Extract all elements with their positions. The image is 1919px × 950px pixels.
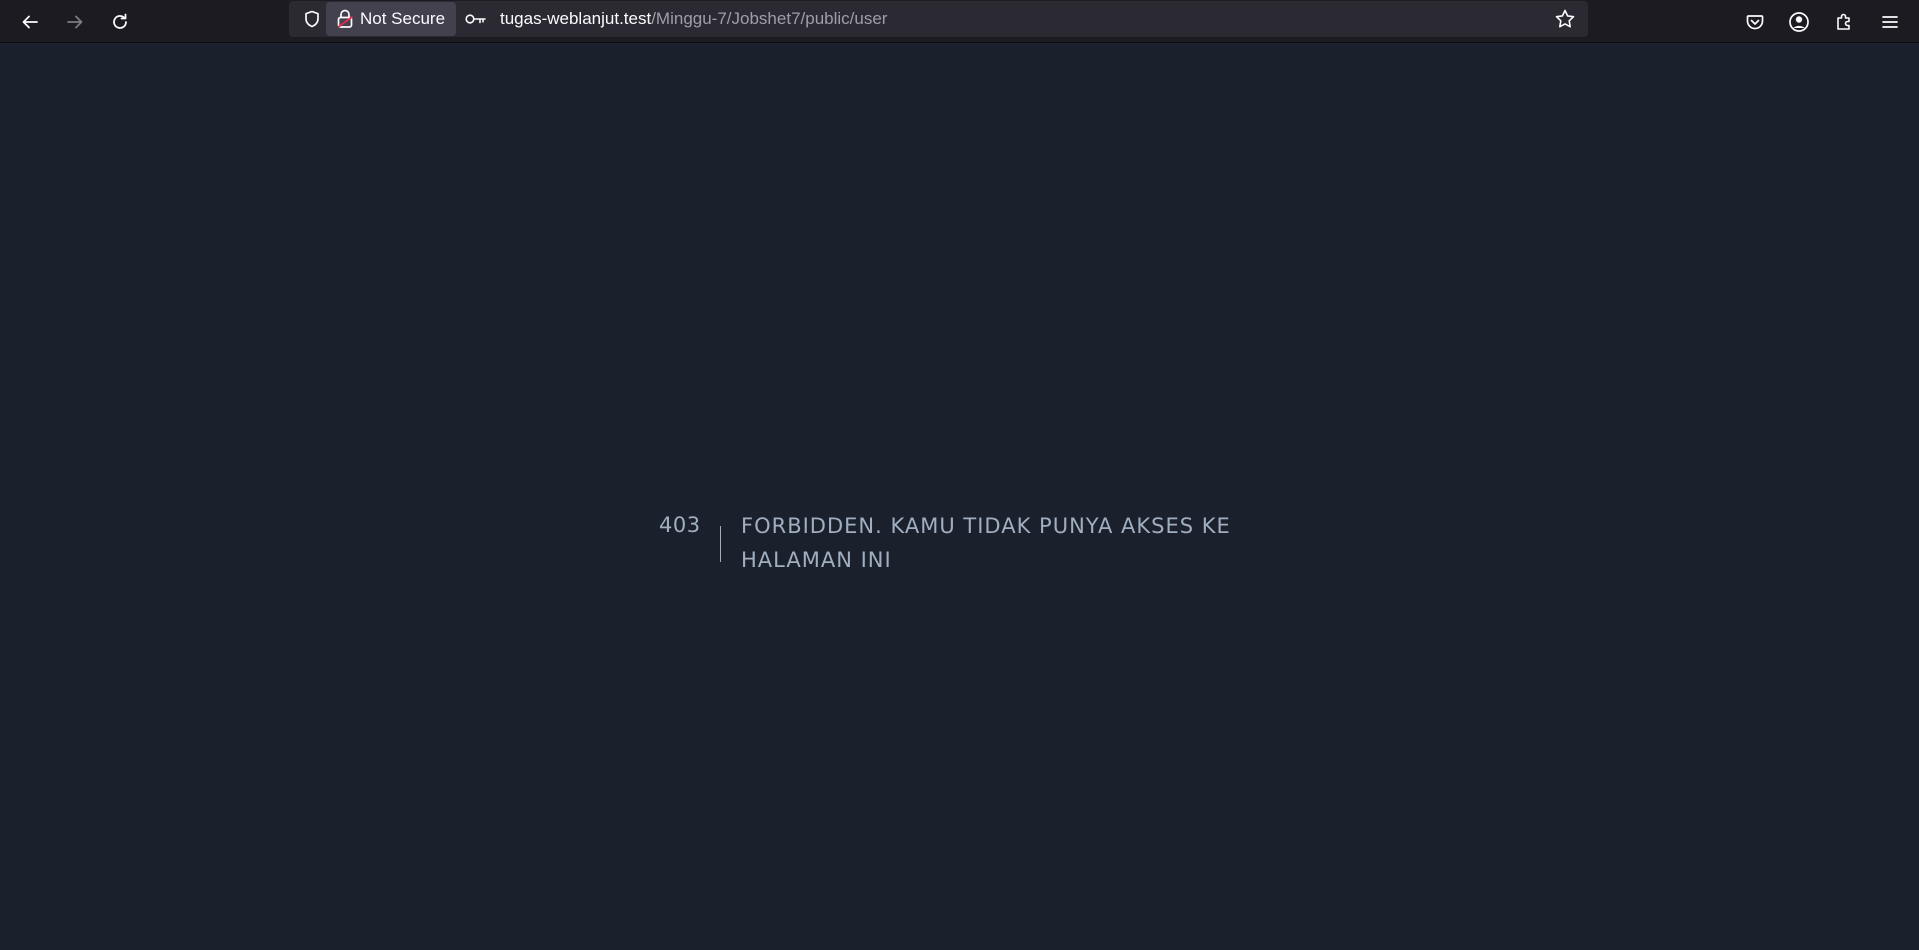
back-button[interactable] — [12, 4, 48, 40]
url-text[interactable]: tugas-weblanjut.test/Minggu-7/Jobshet7/p… — [500, 1, 887, 37]
reload-icon — [113, 13, 127, 29]
reload-button[interactable] — [102, 4, 138, 40]
account-icon — [1789, 12, 1809, 32]
password-manager-button[interactable] — [461, 1, 491, 37]
error-code: 403 — [659, 513, 701, 537]
broken-lock-icon — [337, 9, 353, 28]
url-path: /Minggu-7/Jobshet7/public/user — [651, 9, 888, 28]
arrow-left-icon — [22, 15, 38, 29]
browser-toolbar: Not Secure tugas-weblanjut.test/Minggu-7… — [0, 0, 1919, 43]
extensions-icon — [1837, 13, 1850, 30]
page-content: 403 Forbidden. Kamu tidak punya akses ke… — [0, 43, 1919, 950]
forward-button[interactable] — [57, 4, 93, 40]
menu-icon — [1882, 16, 1898, 28]
url-bar[interactable]: Not Secure tugas-weblanjut.test/Minggu-7… — [289, 1, 1588, 37]
app-menu-button[interactable] — [1872, 4, 1908, 40]
error-message: Forbidden. Kamu tidak punya akses ke hal… — [741, 514, 1231, 572]
account-button[interactable] — [1781, 4, 1817, 40]
extensions-button[interactable] — [1826, 4, 1862, 40]
shield-icon — [305, 10, 319, 28]
url-host: tugas-weblanjut.test — [500, 9, 652, 28]
arrow-right-icon — [67, 15, 83, 29]
error-divider — [720, 526, 721, 562]
star-icon — [1555, 9, 1575, 28]
key-icon — [465, 14, 486, 24]
pocket-button[interactable] — [1737, 4, 1773, 40]
security-label: Not Secure — [360, 9, 446, 28]
site-security-button[interactable]: Not Secure — [326, 2, 456, 36]
pocket-icon — [1746, 15, 1764, 30]
tracking-protection-button[interactable] — [296, 1, 328, 37]
bookmark-button[interactable] — [1550, 1, 1580, 37]
